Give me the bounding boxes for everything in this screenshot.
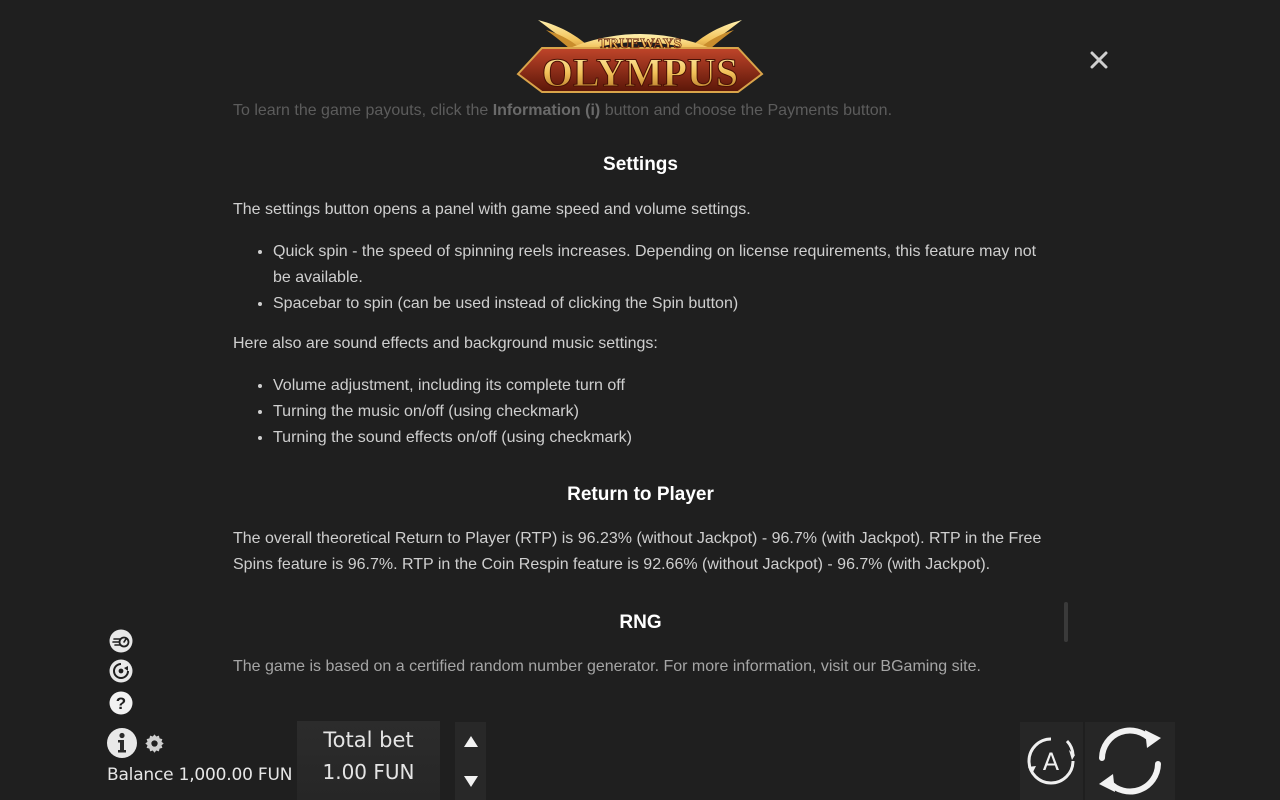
total-bet-value: 1.00 FUN xyxy=(322,760,415,784)
autoplay-letter: A xyxy=(1043,748,1060,776)
settings-intro: The settings button opens a panel with g… xyxy=(233,201,751,218)
game-logo: TRUEWAYS OLYMPUS xyxy=(512,8,768,98)
sound-button[interactable] xyxy=(108,658,134,684)
list-item: Volume adjustment, including its complet… xyxy=(273,373,1048,399)
triangle-up-icon xyxy=(463,735,478,747)
bet-increase-button[interactable] xyxy=(455,722,486,760)
bet-decrease-button[interactable] xyxy=(455,762,486,800)
total-bet-label: Total bet xyxy=(323,728,414,752)
autoplay-button[interactable]: A xyxy=(1020,722,1083,800)
settings-heading: Settings xyxy=(603,154,678,175)
payouts-hint-pre: To learn the game payouts, click the xyxy=(233,102,493,119)
triangle-down-icon xyxy=(463,775,478,787)
logo-title: OLYMPUS xyxy=(542,50,738,95)
list-item: Quick spin - the speed of spinning reels… xyxy=(273,239,1048,291)
rules-content[interactable]: To learn the game payouts, click the Inf… xyxy=(233,98,1048,698)
list-item: Spacebar to spin (can be used instead of… xyxy=(273,291,1048,317)
settings-button[interactable] xyxy=(144,733,165,754)
total-bet-panel: Total bet 1.00 FUN xyxy=(297,721,440,800)
close-icon xyxy=(1090,51,1108,69)
gear-icon xyxy=(145,734,164,753)
sound-intro: Here also are sound effects and backgrou… xyxy=(233,335,658,352)
rtp-text: The overall theoretical Return to Player… xyxy=(233,530,1042,573)
svg-text:?: ? xyxy=(116,694,126,713)
info-button[interactable] xyxy=(106,727,138,759)
sound-icon xyxy=(109,659,133,683)
info-icon xyxy=(107,728,137,758)
olympus-logo-art: TRUEWAYS OLYMPUS xyxy=(516,20,764,96)
spin-button[interactable] xyxy=(1085,722,1175,800)
scrollbar-thumb[interactable] xyxy=(1064,602,1068,642)
sound-list: Volume adjustment, including its complet… xyxy=(233,373,1048,451)
turbo-icon xyxy=(109,629,133,653)
help-icon: ? xyxy=(109,691,133,715)
help-button[interactable]: ? xyxy=(108,690,134,716)
autoplay-icon: A xyxy=(1027,737,1075,785)
payouts-hint-bold: Information (i) xyxy=(492,102,601,119)
rng-text: The game is based on a certified random … xyxy=(233,658,981,675)
payouts-hint-post: button and choose the Payments button. xyxy=(600,102,893,119)
balance-display: Balance 1,000.00 FUN xyxy=(107,765,293,785)
turbo-button[interactable] xyxy=(108,628,134,654)
rtp-heading: Return to Player xyxy=(567,484,714,505)
list-item: Turning the music on/off (using checkmar… xyxy=(273,399,1048,425)
bet-stepper xyxy=(455,722,486,800)
spin-icon xyxy=(1099,727,1161,795)
close-button[interactable] xyxy=(1086,47,1112,73)
settings-list: Quick spin - the speed of spinning reels… xyxy=(233,239,1048,317)
rng-heading: RNG xyxy=(619,612,662,633)
list-item: Turning the sound effects on/off (using … xyxy=(273,425,1048,451)
payouts-hint: To learn the game payouts, click the Inf… xyxy=(233,98,892,124)
